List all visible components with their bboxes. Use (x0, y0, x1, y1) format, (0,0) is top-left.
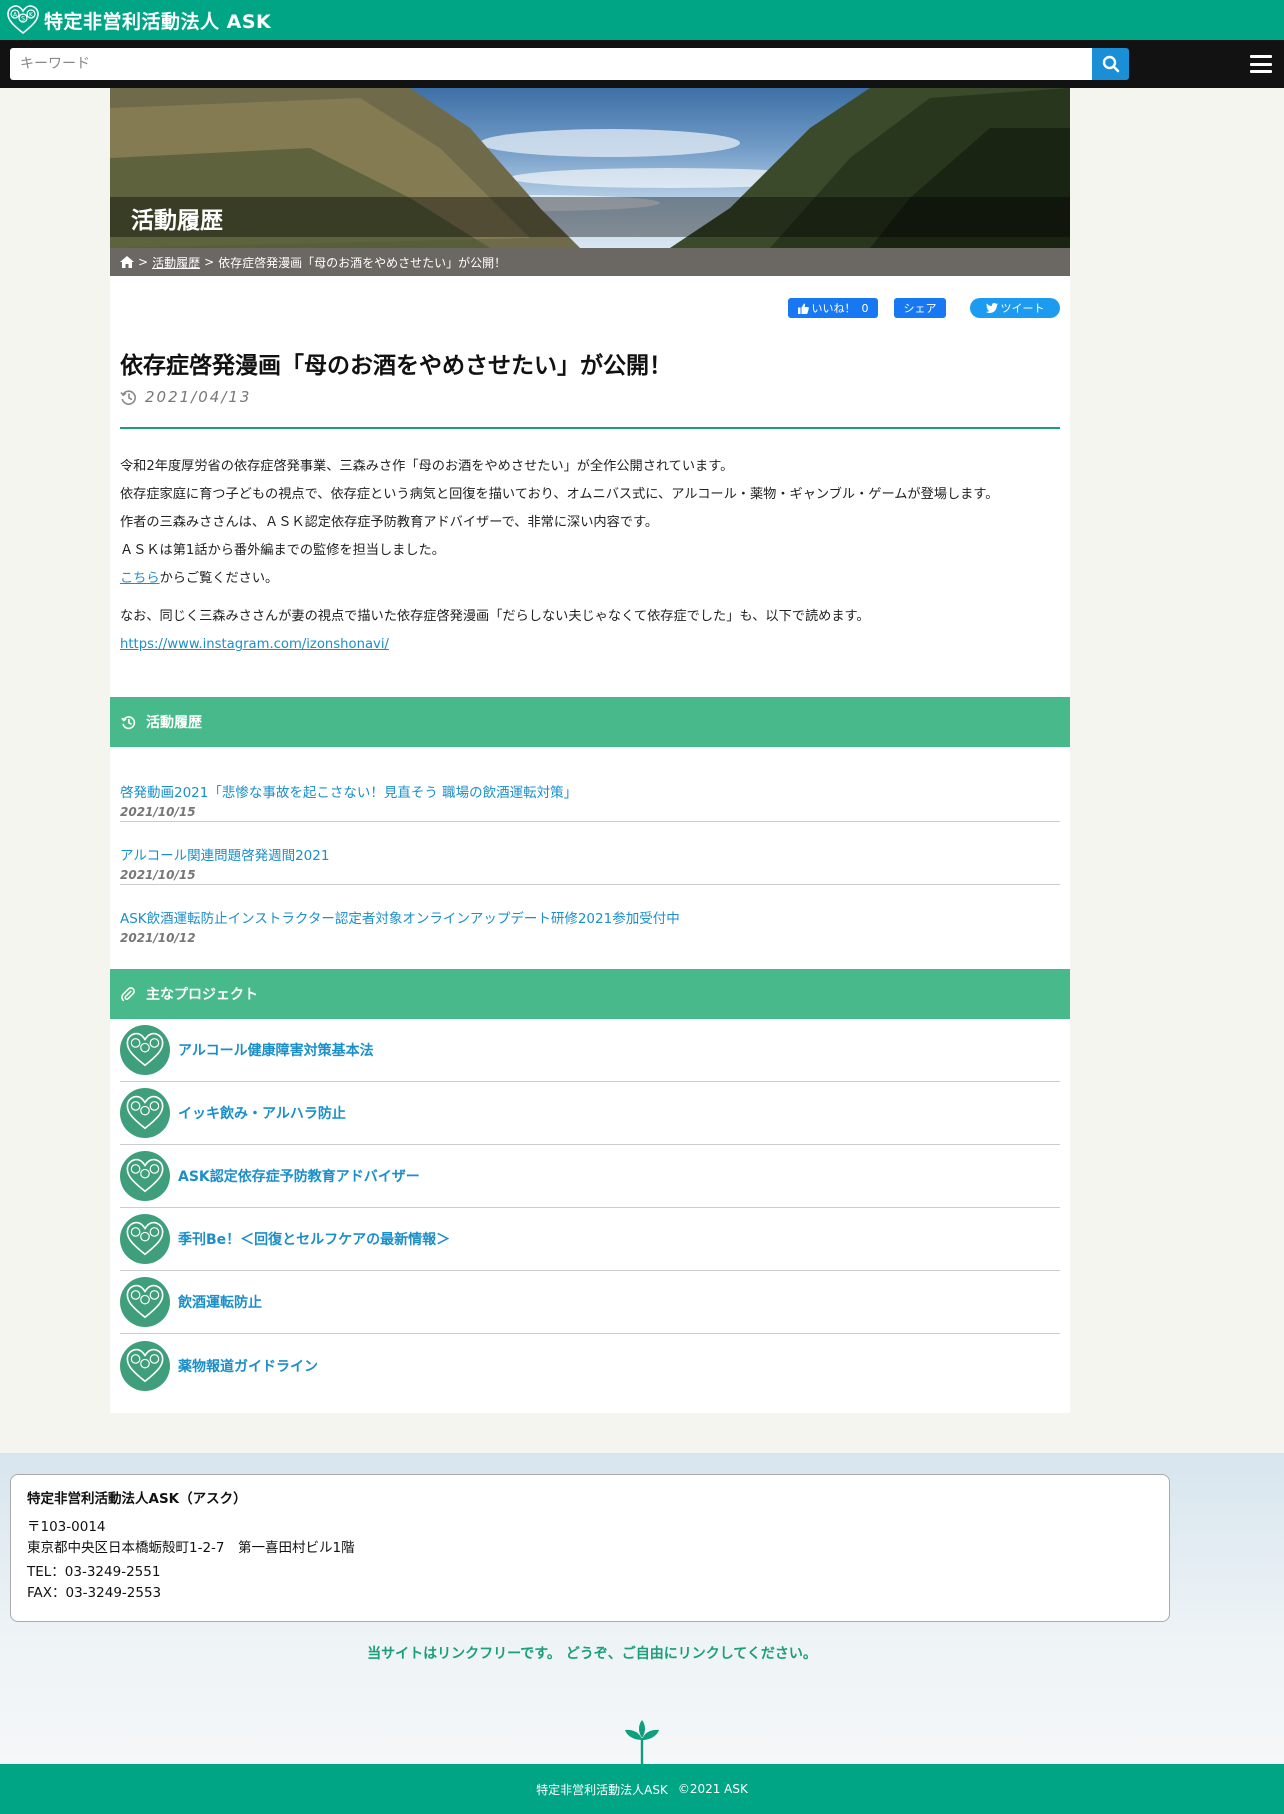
instagram-link[interactable]: https://www.instagram.com/izonshonavi/ (120, 637, 389, 652)
ask-heart-logo-icon (120, 1088, 170, 1138)
copyright-text: ©2021 ASK (677, 1782, 748, 1796)
breadcrumb-separator: > (138, 255, 149, 269)
projects-section-title: 主なプロジェクト (146, 987, 258, 1003)
project-list-item[interactable]: 季刊Be！＜回復とセルフケアの最新情報＞ (120, 1208, 1060, 1271)
paperclip-icon (121, 986, 135, 1001)
logo-letter-s: S (21, 16, 25, 23)
tweet-label: ツイート (1000, 302, 1045, 315)
project-list-item[interactable]: アルコール健康障害対策基本法 (120, 1019, 1060, 1082)
hero-banner: 活動履歴 (110, 88, 1070, 248)
project-list-item[interactable]: 飲酒運転防止 (120, 1271, 1060, 1334)
facebook-like-button[interactable]: いいね！ 0 (788, 298, 878, 318)
project-link[interactable]: 薬物報道ガイドライン (178, 1356, 318, 1376)
site-header: A S K 特定非営利活動法人 ASK (0, 0, 1284, 40)
ask-heart-logo-icon (120, 1025, 170, 1075)
project-link[interactable]: 飲酒運転防止 (178, 1292, 262, 1312)
sprout-icon (625, 1720, 659, 1764)
breadcrumb: > 活動履歴 > 依存症啓発漫画「母のお酒をやめさせたい」が公開！ (110, 248, 1070, 276)
manga-link[interactable]: こちら (120, 571, 160, 586)
footer-bottom-org: 特定非営利活動法人ASK (536, 1782, 668, 1797)
ask-heart-logo-icon (120, 1340, 170, 1391)
footer-org-name: 特定非営利活動法人ASK（アスク） (27, 1491, 247, 1507)
like-count: 0 (861, 301, 869, 315)
facebook-share-button[interactable]: シェア (894, 298, 946, 318)
breadcrumb-current: 依存症啓発漫画「母のお酒をやめさせたい」が公開！ (218, 255, 507, 270)
search-bar (0, 40, 1284, 88)
address-box: 特定非営利活動法人ASK（アスク） 〒103-0014 東京都中央区日本橋蛎殻町… (10, 1474, 1170, 1622)
search-icon (1102, 55, 1119, 73)
article-date: 2021/04/13 (120, 388, 251, 406)
article-note: なお、同じく三森みささんが妻の視点で描いた依存症啓発漫画「だらしない夫じゃなくて… (120, 609, 870, 624)
article-body: 令和2年度厚労省の依存症啓発事業、三森みさ作「母のお酒をやめさせたい」が全作公開… (120, 453, 1060, 659)
article-paragraph: ＡＳＫは第1話から番外編までの監修を担当しました。 (120, 543, 445, 558)
search-button[interactable] (1092, 48, 1129, 80)
like-label: いいね！ (811, 302, 856, 315)
project-link[interactable]: イッキ飲み・アルハラ防止 (178, 1103, 346, 1123)
hamburger-menu-icon[interactable] (1248, 52, 1274, 76)
title-divider (120, 427, 1060, 429)
footer-address: 東京都中央区日本橋蛎殻町1-2-7 第一喜田村ビル1階 (27, 1540, 355, 1556)
article-paragraph: 作者の三森みささんは、ＡＳＫ認定依存症予防教育アドバイザーで、非常に深い内容です… (120, 515, 659, 530)
history-list-item[interactable]: 啓発動画2021「悲惨な事故を起こさない！見直そう 職場の飲酒運転対策」 202… (120, 759, 1060, 822)
history-section-title: 活動履歴 (146, 715, 202, 731)
ask-heart-logo-icon[interactable]: A S K (6, 4, 40, 36)
site-name[interactable]: 特定非営利活動法人 ASK (44, 7, 271, 34)
history-item-date: 2021/10/15 (120, 868, 196, 882)
footer-fax: FAX：03-3249-2553 (27, 1585, 162, 1601)
ask-heart-logo-icon (120, 1277, 170, 1327)
project-list-item[interactable]: イッキ飲み・アルハラ防止 (120, 1082, 1060, 1145)
search-input[interactable] (10, 48, 1092, 80)
history-section-header: 活動履歴 (110, 697, 1070, 747)
project-link[interactable]: アルコール健康障害対策基本法 (178, 1040, 374, 1060)
article-paragraph: 令和2年度厚労省の依存症啓発事業、三森みさ作「母のお酒をやめさせたい」が全作公開… (120, 459, 734, 474)
main-content: 活動履歴 > 活動履歴 > 依存症啓発漫画「母のお酒をやめさせたい」が公開！ い… (110, 88, 1070, 1413)
breadcrumb-link-history[interactable]: 活動履歴 (152, 254, 200, 271)
link-free-notice: 当サイトはリンクフリーです。 どうぞ、ご自由にリンクしてください。 (367, 1646, 817, 1662)
copyright-bar: 特定非営利活動法人ASK ©2021 ASK (0, 1764, 1284, 1814)
project-link[interactable]: 季刊Be！＜回復とセルフケアの最新情報＞ (178, 1229, 450, 1249)
share-buttons: いいね！ 0 シェア ツイート (110, 298, 1070, 320)
breadcrumb-separator: > (204, 255, 215, 269)
project-list-item[interactable]: 薬物報道ガイドライン (120, 1334, 1060, 1397)
home-icon[interactable] (120, 256, 134, 268)
history-clock-icon (121, 715, 136, 729)
link-suffix: からご覧ください。 (159, 571, 279, 586)
footer-tel: TEL：03-3249-2551 (27, 1564, 161, 1580)
twitter-bird-icon (985, 303, 998, 313)
ask-heart-logo-icon (120, 1151, 170, 1201)
thumbs-up-icon (797, 303, 809, 314)
history-item-date: 2021/10/12 (120, 931, 196, 945)
article-paragraph: 依存症家庭に育つ子どもの視点で、依存症という病気と回復を描いており、オムニバス式… (120, 487, 999, 502)
history-item-date: 2021/10/15 (120, 805, 196, 819)
project-link[interactable]: ASK認定依存症予防教育アドバイザー (178, 1166, 420, 1186)
history-item-title[interactable]: アルコール関連問題啓発週間2021 (120, 844, 329, 864)
history-item-title[interactable]: ASK飲酒運転防止インストラクター認定者対象オンラインアップデート研修2021参… (120, 907, 680, 927)
history-list-item[interactable]: アルコール関連問題啓発週間2021 2021/10/15 (120, 822, 1060, 885)
project-list-item[interactable]: ASK認定依存症予防教育アドバイザー (120, 1145, 1060, 1208)
article-paragraph: こちらからご覧ください。 (120, 565, 1060, 593)
projects-section-header: 主なプロジェクト (110, 969, 1070, 1019)
history-item-title[interactable]: 啓発動画2021「悲惨な事故を起こさない！見直そう 職場の飲酒運転対策」 (120, 781, 577, 801)
footer-zip: 〒103-0014 (27, 1519, 106, 1535)
history-clock-icon (120, 389, 136, 405)
history-list-item[interactable]: ASK飲酒運転防止インストラクター認定者対象オンラインアップデート研修2021参… (120, 885, 1060, 948)
article-paragraph: https://www.instagram.com/izonshonavi/ (120, 631, 1060, 659)
ask-heart-logo-icon (120, 1214, 170, 1264)
page-title: 活動履歴 (131, 208, 223, 234)
article-title: 依存症啓発漫画「母のお酒をやめさせたい」が公開！ (120, 353, 672, 379)
hero-title-band (110, 197, 1070, 237)
tweet-button[interactable]: ツイート (970, 298, 1060, 318)
article-date-text: 2021/04/13 (145, 388, 252, 406)
